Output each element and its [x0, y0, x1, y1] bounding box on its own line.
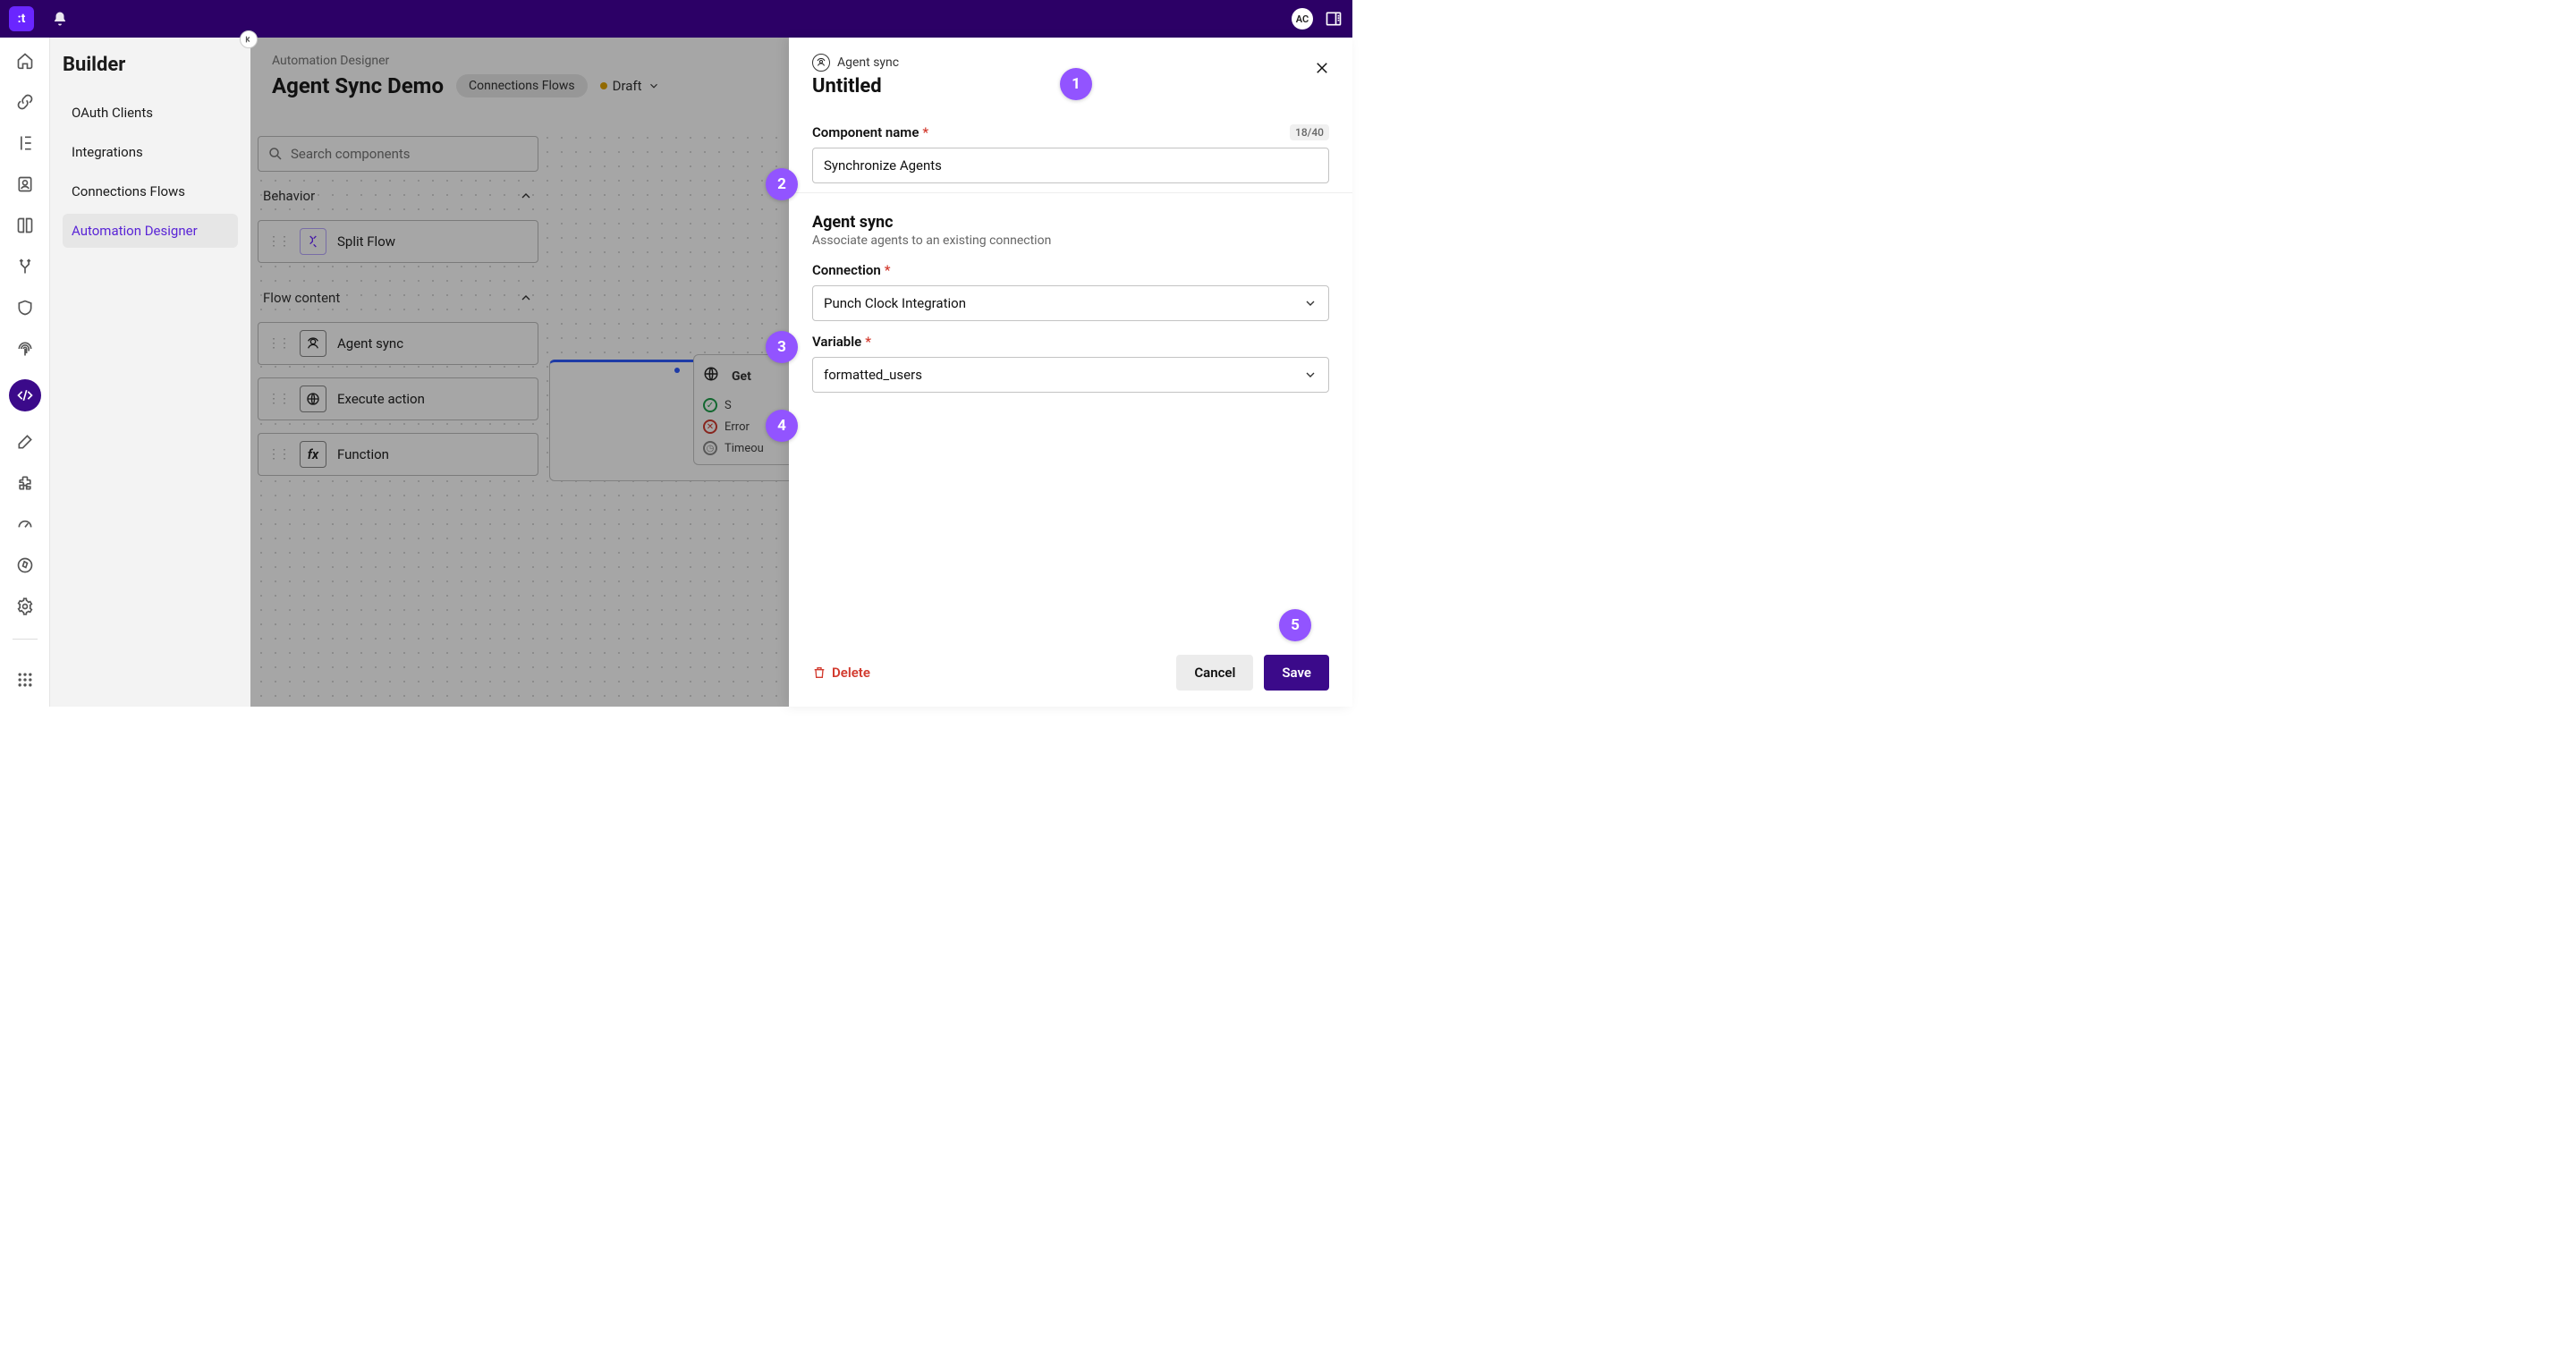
component-name-input[interactable] — [812, 148, 1329, 183]
rail-puzzle-icon[interactable] — [14, 472, 36, 494]
rail-list-icon[interactable] — [14, 132, 36, 154]
sidebar-title: Builder — [63, 54, 238, 76]
connection-select[interactable]: Punch Clock Integration — [812, 285, 1329, 321]
chevron-down-icon — [1303, 368, 1318, 382]
sidebar-item-oauth-clients[interactable]: OAuth Clients — [63, 96, 238, 130]
rail-edit-icon[interactable] — [14, 431, 36, 453]
sidebar-item-integrations[interactable]: Integrations — [63, 135, 238, 169]
rail-shield-icon[interactable] — [14, 297, 36, 318]
panel-type-label: Agent sync — [837, 55, 899, 70]
section-subtitle: Associate agents to an existing connecti… — [812, 233, 1329, 248]
section-title: Agent sync — [812, 213, 1329, 232]
rail-home-icon[interactable] — [14, 50, 36, 72]
rail-apps-icon[interactable] — [14, 669, 36, 691]
rail-settings-icon[interactable] — [14, 596, 36, 617]
right-panel-toggle-icon[interactable] — [1324, 9, 1343, 29]
rail-merge-icon[interactable] — [14, 256, 36, 277]
user-avatar[interactable]: AC — [1292, 8, 1313, 30]
variable-select[interactable]: formatted_users — [812, 357, 1329, 393]
variable-label: Variable* — [812, 334, 1329, 350]
notifications-icon[interactable] — [52, 11, 68, 27]
rail-link-icon[interactable] — [14, 91, 36, 113]
trash-icon — [812, 665, 826, 680]
connection-label: Connection* — [812, 262, 1329, 278]
panel-close-button[interactable] — [1311, 57, 1333, 79]
variable-value: formatted_users — [824, 367, 922, 383]
rail-fingerprint-icon[interactable] — [14, 338, 36, 360]
callout-4: 4 — [766, 410, 798, 442]
callout-1: 1 — [1060, 68, 1092, 100]
char-counter: 18/40 — [1290, 124, 1329, 140]
save-button[interactable]: Save — [1264, 655, 1329, 691]
icon-rail — [0, 38, 50, 707]
top-bar: :t AC — [0, 0, 1352, 38]
close-icon — [1314, 60, 1330, 76]
builder-sidebar: Builder OAuth Clients Integrations Conne… — [50, 38, 250, 707]
sidebar-item-connections-flows[interactable]: Connections Flows — [63, 174, 238, 208]
callout-2: 2 — [766, 168, 798, 200]
panel-footer: Delete Cancel Save — [789, 639, 1352, 707]
connection-value: Punch Clock Integration — [824, 295, 966, 311]
rail-contacts-icon[interactable] — [14, 174, 36, 195]
rail-code-icon[interactable] — [9, 379, 41, 411]
component-name-label: Component name* 18/40 — [812, 124, 1329, 140]
app-logo[interactable]: :t — [9, 6, 34, 31]
component-config-panel: Agent sync Untitled Component name* 18/4… — [789, 38, 1352, 707]
callout-5: 5 — [1279, 609, 1311, 641]
chevron-down-icon — [1303, 296, 1318, 310]
collapse-sidebar-icon[interactable] — [240, 30, 258, 48]
agent-sync-icon — [812, 54, 830, 72]
callout-3: 3 — [766, 331, 798, 363]
sidebar-item-automation-designer[interactable]: Automation Designer — [63, 214, 238, 248]
rail-compass-icon[interactable] — [14, 555, 36, 576]
cancel-button[interactable]: Cancel — [1176, 655, 1253, 691]
rail-gauge-icon[interactable] — [14, 513, 36, 535]
rail-book-icon[interactable] — [14, 215, 36, 236]
delete-button[interactable]: Delete — [812, 665, 870, 681]
